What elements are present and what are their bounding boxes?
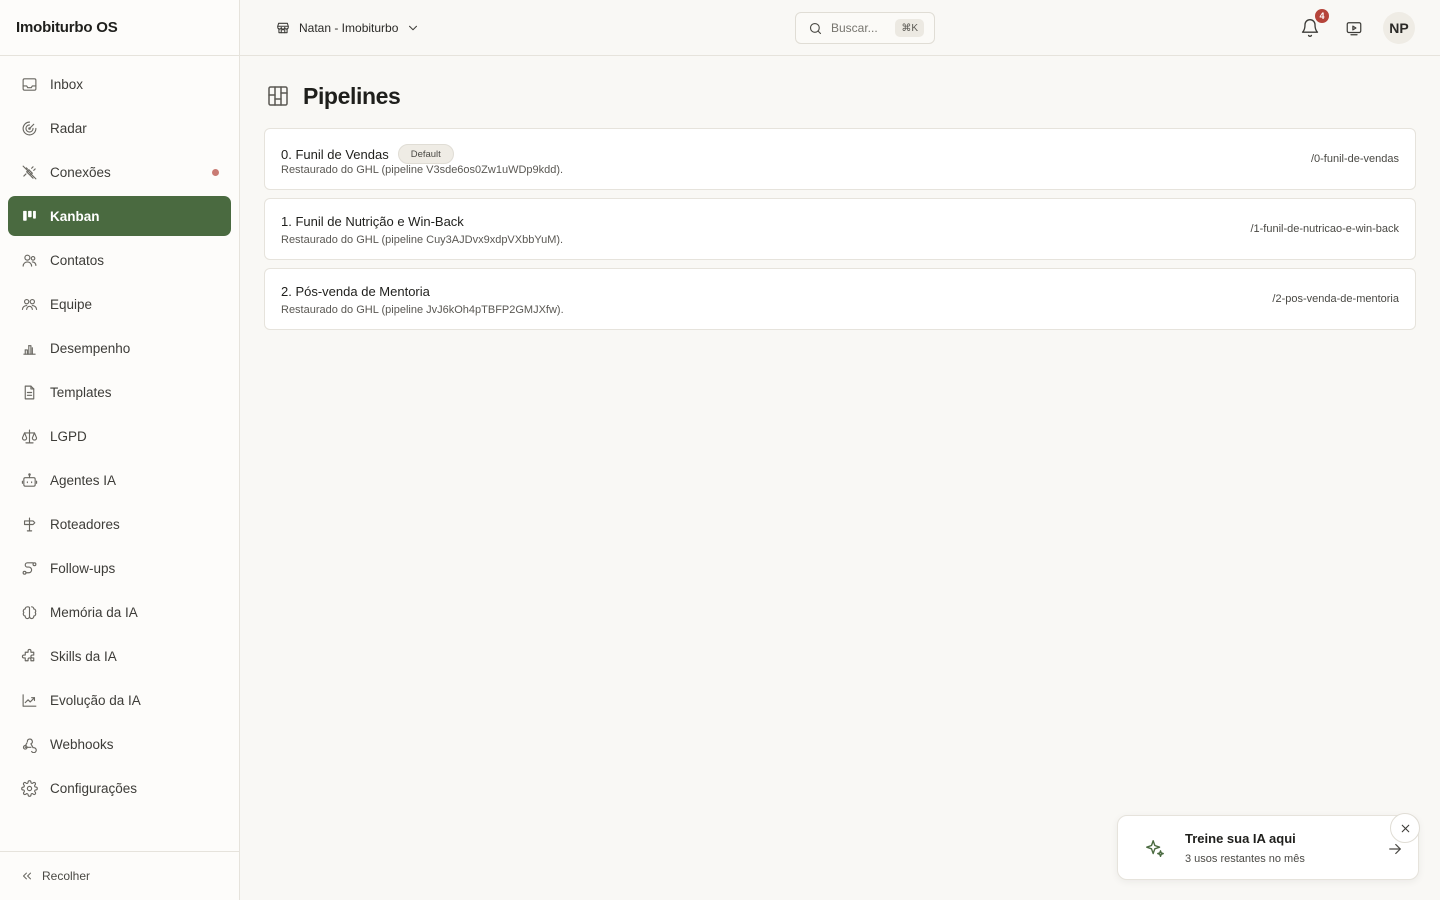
status-dot [212, 168, 219, 176]
sidebar-item-label: Evolução da IA [50, 692, 141, 708]
default-badge: Default [397, 144, 454, 164]
pipeline-description: Restaurado do GHL (pipeline JvJ6kOh4pTBF… [281, 304, 564, 316]
sidebar-item-roteadores[interactable]: Roteadores [8, 504, 231, 544]
sidebar-item-label: Agentes IA [50, 472, 117, 488]
sidebar-item-kanban[interactable]: Kanban [8, 196, 231, 236]
sidebar-item-lgpd[interactable]: LGPD [8, 416, 231, 456]
toast-title: Treine sua IA aqui [1185, 831, 1296, 846]
pipeline-slug: /2-pos-venda-de-mentoria [1272, 293, 1399, 305]
play-screen-icon [1345, 19, 1363, 37]
contacts-icon [20, 251, 38, 269]
collapse-sidebar-button[interactable]: Recolher [0, 851, 239, 900]
sidebar-item-label: Follow-ups [50, 560, 116, 576]
sidebar-item-inbox[interactable]: Inbox [8, 64, 231, 104]
route-icon [20, 559, 38, 577]
kanban-icon [20, 207, 38, 225]
sidebar-item-webhooks[interactable]: Webhooks [8, 724, 231, 764]
bot-icon [20, 471, 38, 489]
sidebar-item-skills-da-ia[interactable]: Skills da IA [8, 636, 231, 676]
sidebar-item-conexoes[interactable]: Conexões [8, 152, 231, 192]
search-button[interactable]: Buscar... ⌘K [795, 12, 935, 44]
sidebar-item-follow-ups[interactable]: Follow-ups [8, 548, 231, 588]
pipeline-name-row: 0. Funil de Vendas Default [281, 144, 454, 164]
sparkles-icon [1144, 838, 1166, 860]
sidebar-item-label: Inbox [50, 76, 84, 92]
sidebar-item-label: Radar [50, 120, 87, 136]
sidebar-item-label: Contatos [50, 252, 105, 268]
user-avatar[interactable]: NP [1383, 12, 1415, 44]
pipeline-name: 0. Funil de Vendas [281, 146, 389, 162]
main-content: Pipelines 0. Funil de Vendas Default Resta… [264, 80, 1416, 338]
chevron-down-icon [406, 21, 420, 35]
search-placeholder: Buscar... [831, 21, 878, 35]
pipeline-slug: /0-funil-de-vendas [1310, 153, 1399, 165]
sidebar-item-label: Desempenho [50, 340, 131, 356]
pipeline-card[interactable]: 0. Funil de Vendas Default Restaurado do G… [264, 128, 1416, 190]
sidebar-item-desempenho[interactable]: Desempenho [8, 328, 231, 368]
sidebar-item-label: Memória da IA [50, 604, 138, 620]
pipeline-card[interactable]: 1. Funil de Nutrição e Win-Back Restaurad… [264, 198, 1416, 260]
sidebar-item-label: Kanban [50, 208, 100, 224]
notifications-count-badge: 4 [1314, 8, 1330, 24]
pipeline-name-row: 2. Pós-venda de Mentoria [281, 284, 430, 299]
plug-off-icon [20, 163, 38, 181]
brain-icon [20, 603, 38, 621]
sidebar-item-memoria-da-ia[interactable]: Memória da IA [8, 592, 231, 632]
webhook-icon [20, 735, 38, 753]
pipeline-slug: /1-funil-de-nutricao-e-win-back [1250, 223, 1399, 235]
sidebar-item-templates[interactable]: Templates [8, 372, 231, 412]
pipelines-list: 0. Funil de Vendas Default Restaurado do G… [264, 128, 1416, 330]
team-icon [20, 295, 38, 313]
pipeline-name-row: 1. Funil de Nutrição e Win-Back [281, 214, 464, 229]
scale-icon [20, 427, 38, 445]
close-icon [1399, 822, 1412, 835]
sidebar-item-contatos[interactable]: Contatos [8, 240, 231, 280]
pipeline-description: Restaurado do GHL (pipeline V3sde6os0Zw1… [281, 164, 564, 176]
sidebar-item-label: Configurações [50, 780, 138, 796]
search-shortcut: ⌘K [895, 19, 924, 37]
sidebar-item-label: Roteadores [50, 516, 120, 532]
inbox-icon [20, 75, 38, 93]
sidebar: Imobiturbo OS Inbox Radar Conexões Kanban Co… [0, 0, 240, 900]
toast-subtitle: 3 usos restantes no mês [1185, 853, 1305, 865]
chevrons-left-icon [20, 869, 34, 883]
train-ai-toast[interactable]: Treine sua IA aqui 3 usos restantes no m… [1117, 815, 1419, 880]
file-text-icon [20, 383, 38, 401]
page-title: Pipelines [303, 82, 401, 109]
sidebar-item-evolucao-da-ia[interactable]: Evolução da IA [8, 680, 231, 720]
sidebar-item-label: LGPD [50, 428, 87, 444]
gear-icon [20, 779, 38, 797]
sidebar-nav: Inbox Radar Conexões Kanban Contatos Equipe De… [0, 56, 239, 808]
tutorial-video-button[interactable] [1345, 19, 1363, 37]
search-icon [808, 21, 823, 36]
pipeline-card[interactable]: 2. Pós-venda de Mentoria Restaurado do GH… [264, 268, 1416, 330]
sidebar-item-label: Webhooks [50, 736, 114, 752]
sidebar-item-label: Conexões [50, 164, 111, 180]
store-icon [276, 21, 290, 35]
radar-icon [20, 119, 38, 137]
pipeline-description: Restaurado do GHL (pipeline Cuy3AJDvx9xd… [281, 234, 564, 246]
app-title: Imobiturbo OS [0, 0, 239, 56]
trending-up-icon [20, 691, 38, 709]
signpost-icon [20, 515, 38, 533]
sidebar-item-equipe[interactable]: Equipe [8, 284, 231, 324]
bar-chart-icon [20, 339, 38, 357]
page-header: Pipelines [264, 80, 1416, 112]
sidebar-item-radar[interactable]: Radar [8, 108, 231, 148]
topbar: Natan - Imobiturbo Buscar... ⌘K 4 NP [240, 0, 1440, 56]
sidebar-item-label: Templates [50, 384, 112, 400]
sidebar-item-configuracoes[interactable]: Configurações [8, 768, 231, 808]
collapse-label: Recolher [42, 869, 91, 883]
workspace-name: Natan - Imobiturbo [299, 21, 399, 35]
toast-close-button[interactable] [1390, 813, 1420, 843]
sidebar-item-agentes-ia[interactable]: Agentes IA [8, 460, 231, 500]
sidebar-item-label: Equipe [50, 296, 93, 312]
puzzle-icon [20, 647, 38, 665]
sidebar-item-label: Skills da IA [50, 648, 117, 664]
kanban-board-icon [266, 84, 290, 108]
pipeline-name: 2. Pós-venda de Mentoria [281, 284, 430, 299]
pipeline-name: 1. Funil de Nutrição e Win-Back [281, 214, 464, 229]
workspace-switcher[interactable]: Natan - Imobiturbo [276, 16, 420, 40]
